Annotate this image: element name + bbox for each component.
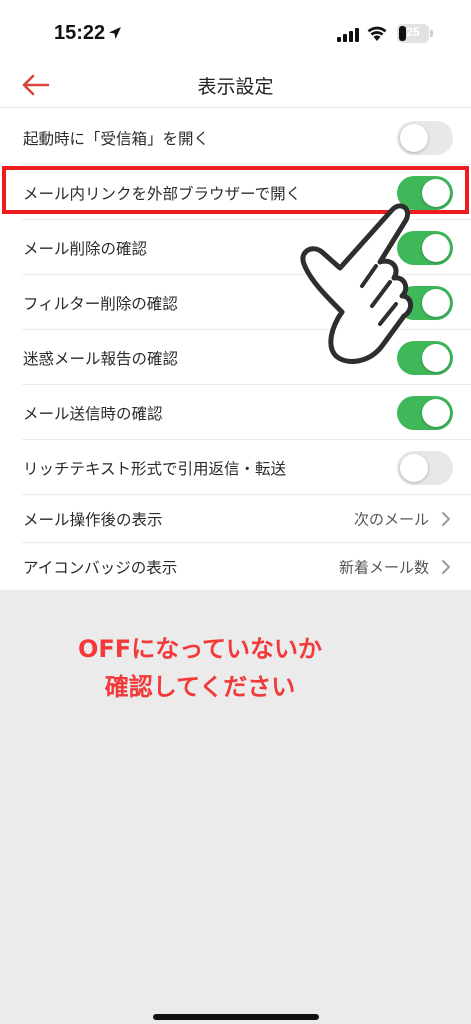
wifi-icon: [366, 24, 388, 45]
toggle-knob: [422, 343, 450, 372]
navigation-bar: 表示設定: [0, 62, 471, 108]
home-indicator: [153, 1014, 319, 1020]
chevron-right-icon: [442, 512, 450, 526]
cellular-signal-icon: [337, 27, 359, 46]
setting-label: メール削除の確認: [23, 239, 148, 258]
toggle-filter-delete-confirm[interactable]: [397, 285, 453, 320]
annotation-line-2: 確認してください: [104, 673, 296, 701]
setting-row-external-browser[interactable]: メール内リンクを外部ブラウザーで開く: [0, 165, 471, 220]
battery-percent: 25: [406, 25, 420, 39]
setting-label: 迷惑メール報告の確認: [23, 349, 179, 368]
battery-icon: 25: [397, 24, 429, 43]
setting-row-spam-report-confirm[interactable]: 迷惑メール報告の確認: [0, 330, 471, 385]
setting-label: 起動時に「受信箱」を開く: [23, 129, 210, 148]
setting-label: メール操作後の表示: [23, 511, 163, 529]
toggle-knob: [422, 398, 450, 427]
setting-row-send-confirm[interactable]: メール送信時の確認: [0, 385, 471, 440]
toggle-knob: [422, 288, 450, 317]
settings-screen: 15:22 25 表示設定 起動時に「受信箱」を開く メール内リンクを外部ブラウ…: [0, 0, 471, 590]
annotation-line-1: OFFになっていないか: [78, 635, 322, 663]
toggle-external-browser[interactable]: [397, 175, 453, 210]
toggle-knob: [400, 123, 428, 152]
annotation-text: OFFになっていないか 確認してください: [0, 630, 400, 706]
settings-list: 起動時に「受信箱」を開く メール内リンクを外部ブラウザーで開く メール削除の確認…: [0, 110, 471, 591]
toggle-spam-report-confirm[interactable]: [397, 340, 453, 375]
toggle-knob: [400, 453, 428, 482]
setting-label: アイコンバッジの表示: [23, 559, 178, 577]
setting-row-icon-badge[interactable]: アイコンバッジの表示 新着メール数: [0, 543, 471, 591]
toggle-startup-inbox[interactable]: [397, 120, 453, 155]
toggle-send-confirm[interactable]: [397, 395, 453, 430]
setting-row-startup-inbox[interactable]: 起動時に「受信箱」を開く: [0, 110, 471, 165]
setting-label: フィルター削除の確認: [23, 294, 178, 313]
setting-value: 次のメール: [353, 510, 429, 529]
toggle-rich-text-quote[interactable]: [397, 450, 453, 485]
setting-row-after-action-display[interactable]: メール操作後の表示 次のメール: [0, 495, 471, 543]
battery-nub: [430, 30, 433, 37]
setting-label: リッチテキスト形式で引用返信・転送: [23, 459, 287, 478]
location-arrow-icon: [108, 25, 122, 44]
setting-row-rich-text-quote[interactable]: リッチテキスト形式で引用返信・転送: [0, 440, 471, 495]
setting-label: メール内リンクを外部ブラウザーで開く: [23, 184, 302, 203]
toggle-delete-confirm[interactable]: [397, 230, 453, 265]
status-bar: 15:22 25: [0, 0, 471, 62]
setting-label: メール送信時の確認: [23, 404, 163, 423]
setting-row-filter-delete-confirm[interactable]: フィルター削除の確認: [0, 275, 471, 330]
setting-row-delete-confirm[interactable]: メール削除の確認: [0, 220, 471, 275]
setting-value: 新着メール数: [338, 558, 429, 577]
status-time: 15:22: [54, 22, 106, 44]
chevron-right-icon: [442, 560, 450, 574]
toggle-knob: [422, 233, 450, 262]
page-title: 表示設定: [197, 76, 274, 98]
toggle-knob: [422, 178, 450, 207]
